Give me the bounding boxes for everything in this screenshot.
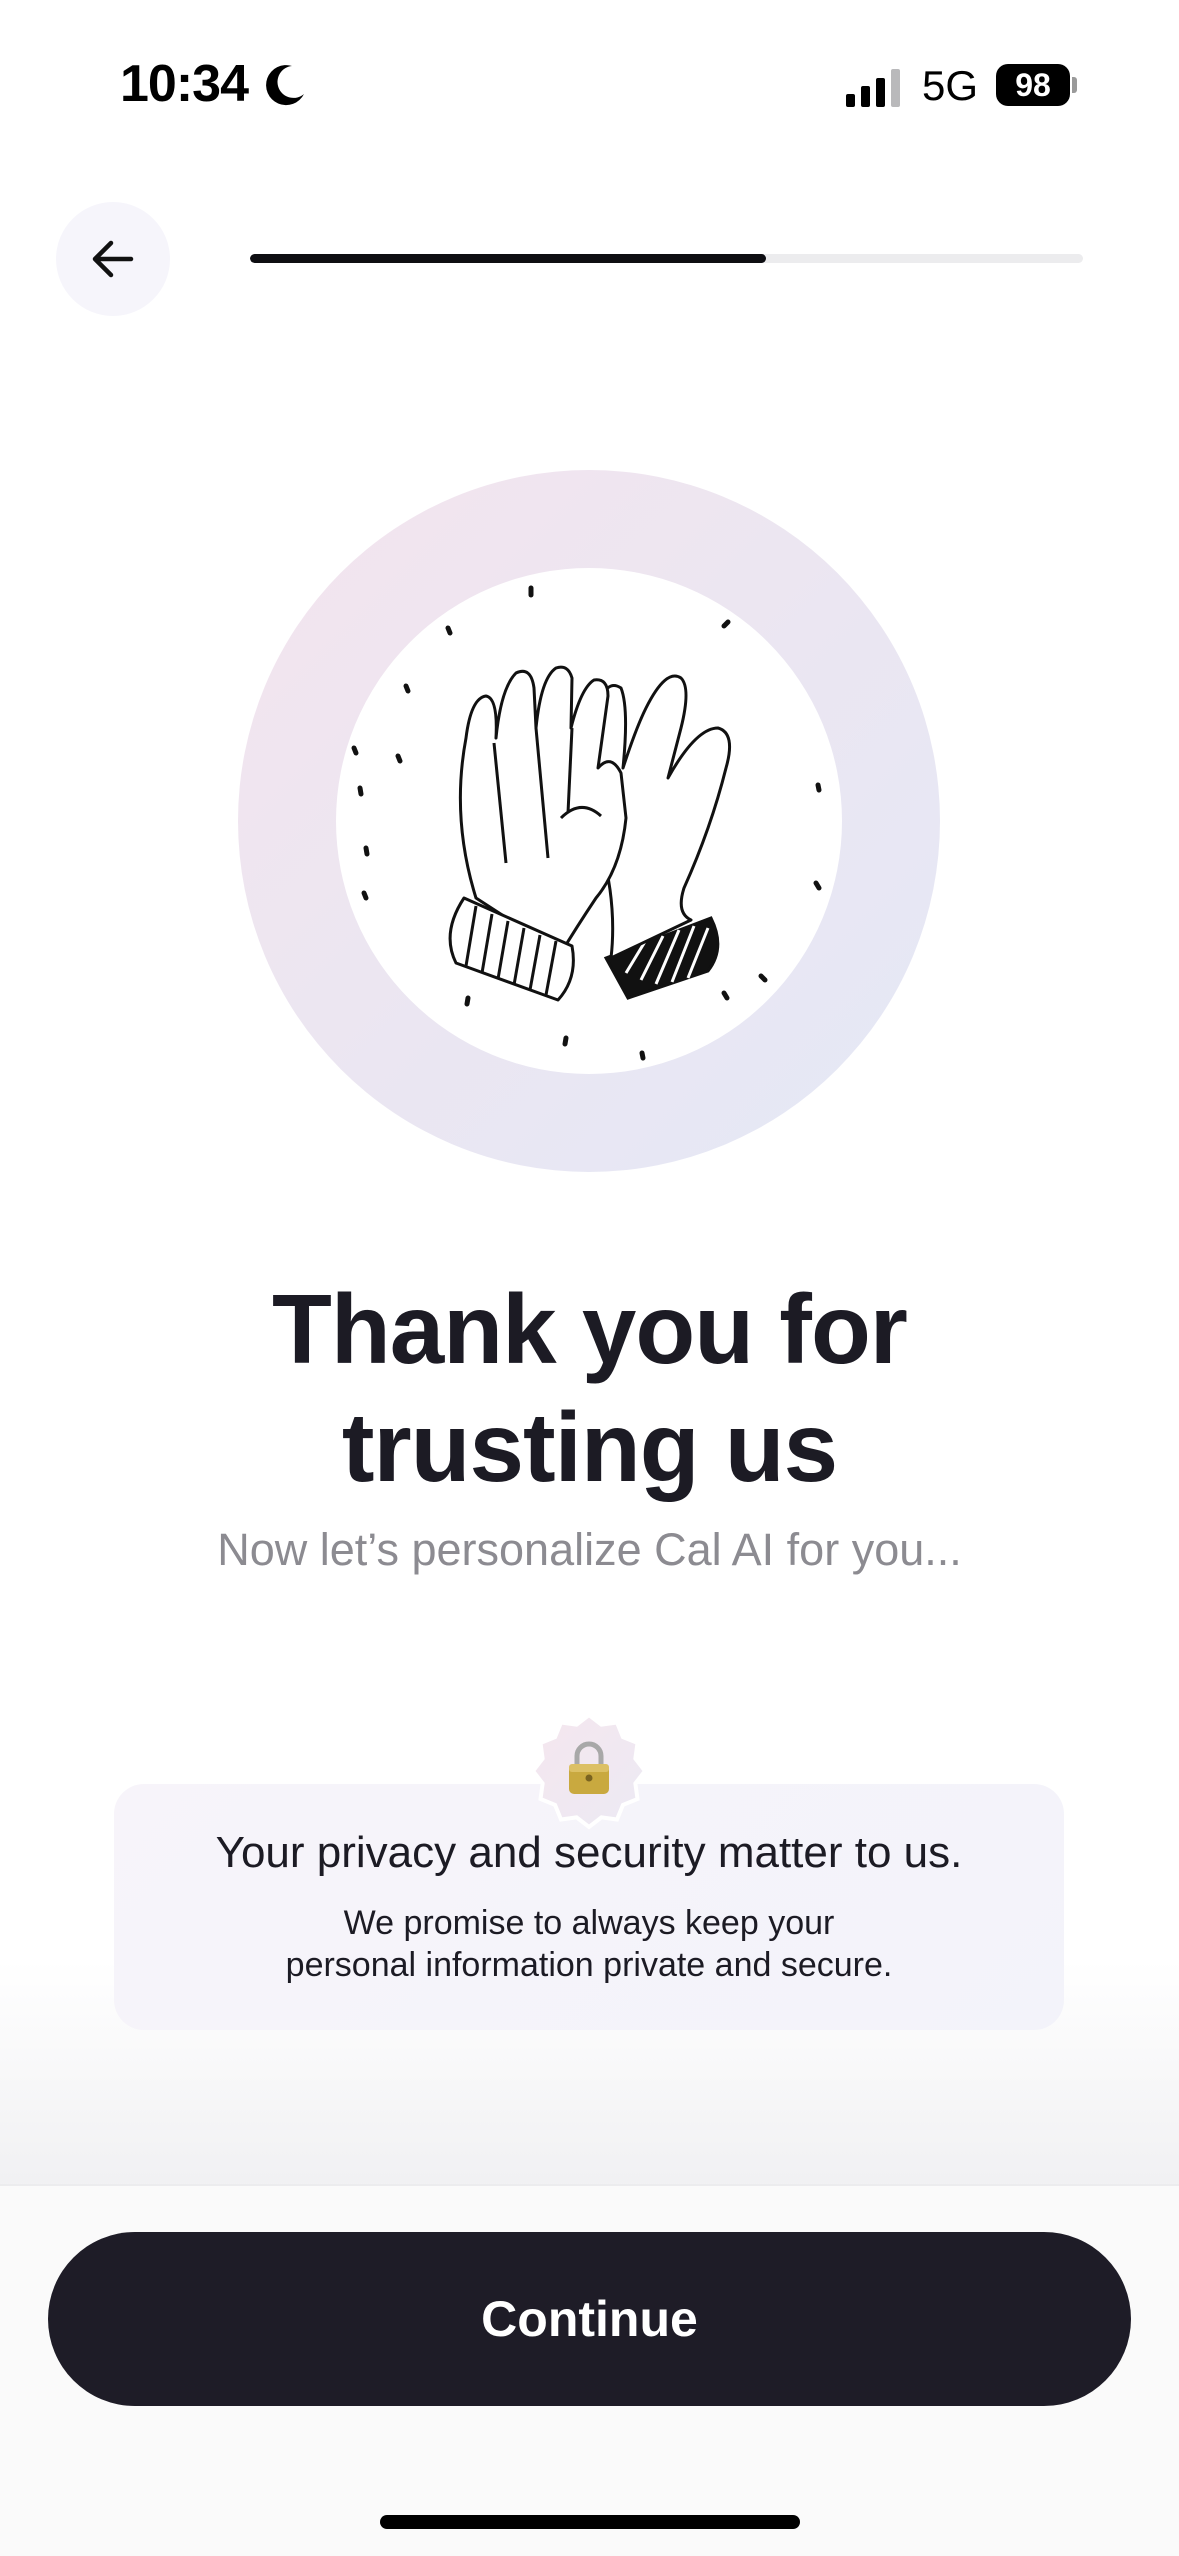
onboarding-progress-bar	[250, 254, 1083, 263]
privacy-title: Your privacy and security matter to us.	[215, 1828, 963, 1877]
illustration-ring	[238, 470, 940, 1172]
page-title: Thank you for trusting us	[0, 1270, 1179, 1506]
lock-icon	[569, 1741, 609, 1794]
privacy-body-line1: We promise to always keep your	[343, 1904, 835, 1942]
high-five-gloves-icon	[351, 585, 822, 1061]
status-bar: 10:34 5G 98	[0, 0, 1179, 150]
home-indicator[interactable]	[380, 2515, 800, 2529]
bottom-divider	[0, 2184, 1179, 2186]
privacy-body-line2: personal information private and secure.	[285, 1946, 893, 1984]
page-subtitle: Now let’s personalize Cal AI for you...	[217, 1524, 962, 1575]
signal-icon	[846, 69, 900, 107]
onboarding-screen: 10:34 5G 98 Thank you for trusting us No…	[0, 0, 1179, 2556]
privacy-body: We promise to always keep your personal …	[114, 1902, 1064, 1986]
back-button[interactable]	[56, 202, 170, 316]
battery-icon: 98	[996, 64, 1077, 106]
network-type: 5G	[922, 62, 979, 109]
continue-button[interactable]: Continue	[48, 2232, 1131, 2406]
page-title-line1: Thank you for	[272, 1274, 908, 1384]
illustration-circle	[336, 568, 842, 1074]
privacy-badge	[528, 1710, 650, 1832]
moon-icon	[266, 65, 304, 106]
battery-level: 98	[996, 64, 1070, 106]
progress-fill	[250, 254, 767, 263]
status-time: 10:34	[120, 55, 249, 113]
battery-tip	[1072, 77, 1077, 93]
arrow-left-icon	[92, 240, 134, 278]
page-title-line2: trusting us	[341, 1392, 838, 1502]
